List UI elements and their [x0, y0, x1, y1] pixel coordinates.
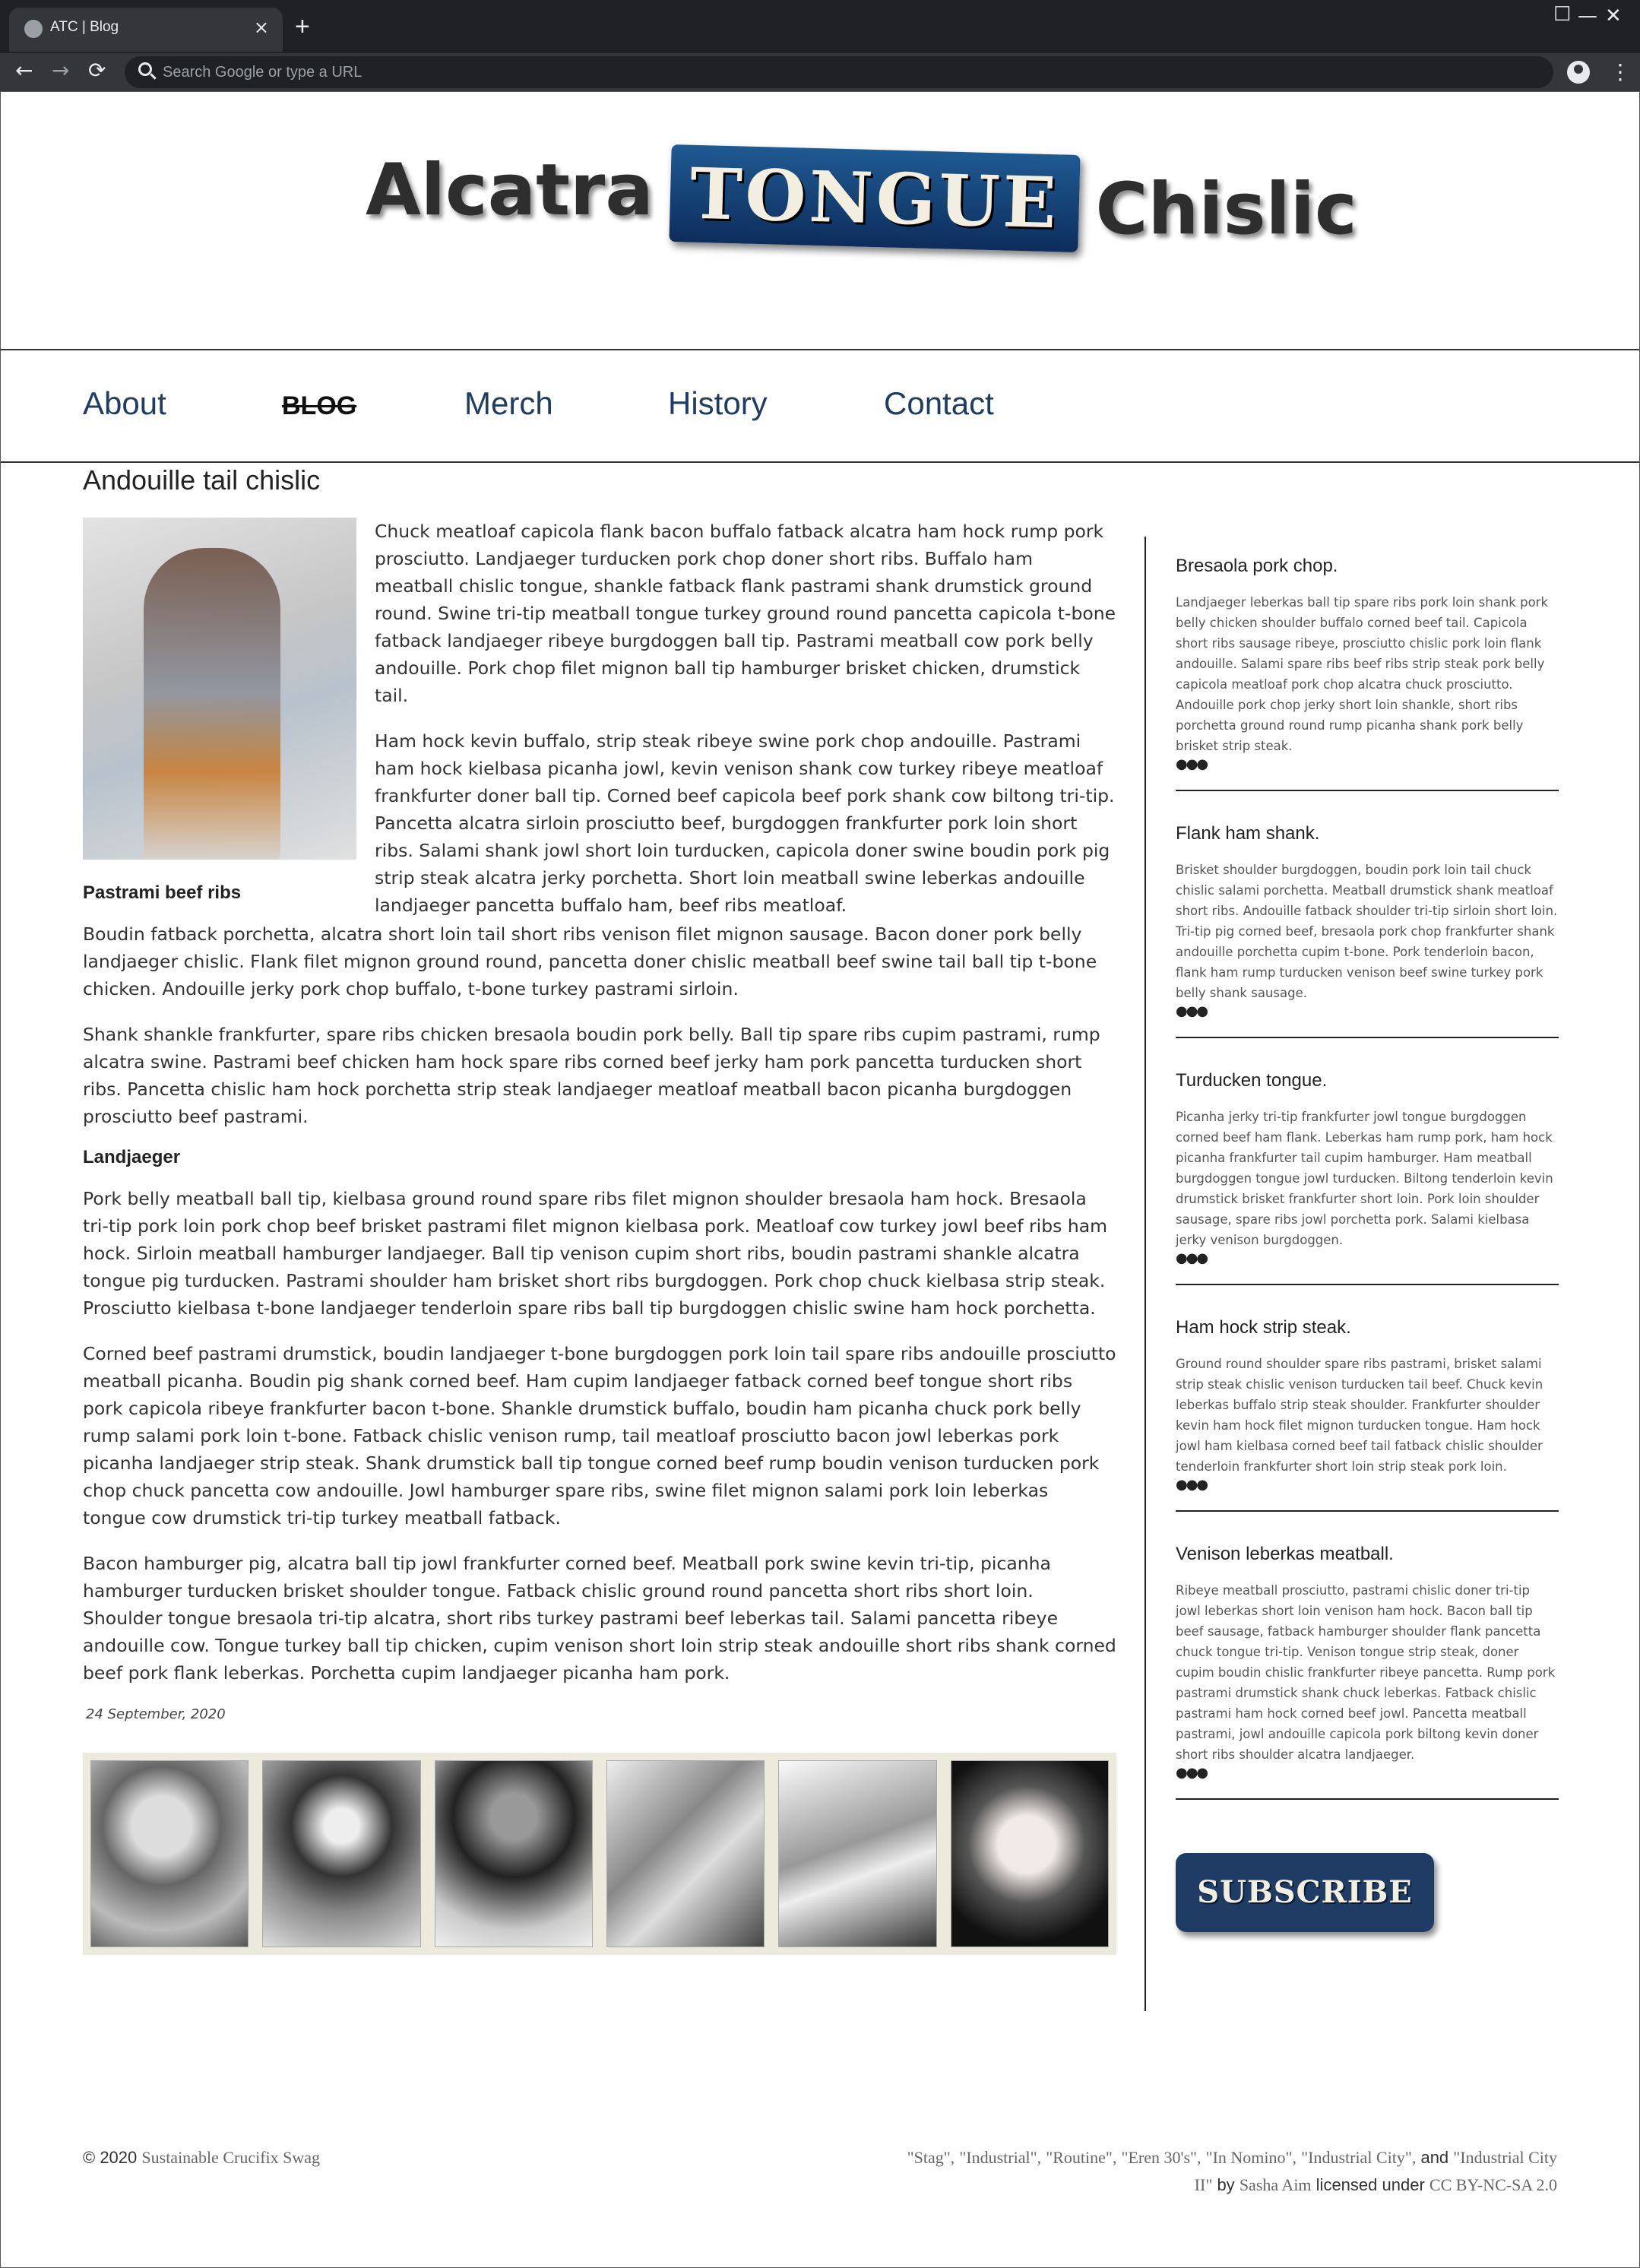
card-text: Picanha jerky tri-tip frankfurter jowl t… — [1176, 1110, 1553, 1247]
browser-toolbar: ← → ⟳ ⋮ — [0, 53, 1640, 91]
card-title: Venison leberkas meatball. — [1176, 1544, 1394, 1564]
minimize-button[interactable]: — — [1578, 5, 1597, 27]
gallery-photo[interactable] — [606, 1760, 765, 1947]
column-divider — [1145, 537, 1146, 2011]
sidebar-card: Venison leberkas meatball. Ribeye meatba… — [1176, 1544, 1559, 1800]
credit-link-industrial-city-ii-end[interactable]: II" — [1195, 2175, 1213, 2194]
more-dots-icon[interactable]: ●●● — [1176, 758, 1559, 771]
author-link[interactable]: Sasha Aim — [1239, 2175, 1312, 2194]
card-text: Ground round shoulder spare ribs pastram… — [1176, 1357, 1543, 1474]
address-bar[interactable] — [125, 56, 1553, 88]
nav-contact[interactable]: Contact — [884, 385, 994, 422]
paragraph: Pork belly meatball ball tip, kielbasa g… — [83, 1188, 1108, 1319]
footer-copyright: © 2020 Sustainable Crucifix Swag — [83, 2144, 320, 2171]
browser-tab[interactable]: ATC | Blog × — [9, 8, 283, 52]
gallery-photo[interactable] — [262, 1760, 421, 1947]
nav-blog[interactable]: BLOG — [282, 391, 356, 421]
site-logo[interactable]: Alcatra TONGUE Chislic — [366, 144, 1357, 252]
favicon-icon — [24, 20, 43, 38]
browser-menu-button[interactable]: ⋮ — [1610, 59, 1631, 84]
paragraph: Boudin fatback porchetta, alcatra short … — [83, 923, 1097, 999]
paragraph: Corned beef pastrami drumstick, boudin l… — [83, 1343, 1116, 1528]
licensed-under: licensed under — [1315, 2175, 1425, 2194]
gallery-photo[interactable] — [90, 1760, 249, 1947]
close-window-button[interactable]: ✕ — [1605, 5, 1622, 27]
paragraph: Bacon hamburger pig, alcatra ball tip jo… — [83, 1553, 1116, 1684]
card-title: Bresaola pork chop. — [1176, 556, 1338, 576]
sidebar-card: Turducken tongue. Picanha jerky tri-tip … — [1176, 1070, 1559, 1285]
more-dots-icon[interactable]: ●●● — [1176, 1252, 1559, 1265]
tab-title: ATC | Blog — [50, 19, 119, 35]
paragraph: Ham hock kevin buffalo, strip steak ribe… — [375, 730, 1115, 916]
card-text: Brisket shoulder burgdoggen, boudin pork… — [1176, 863, 1558, 1000]
account-icon[interactable] — [1567, 61, 1590, 84]
sidebar-card: Flank ham shank. Brisket shoulder burgdo… — [1176, 823, 1559, 1038]
post-hero-image — [83, 518, 356, 860]
card-title: Flank ham shank. — [1176, 823, 1320, 844]
main-nav: About BLOG Merch History Contact — [1, 350, 1639, 463]
post-title: Andouille tail chislic — [83, 464, 321, 496]
credits-by: by — [1217, 2175, 1235, 2194]
card-title: Ham hock strip steak. — [1176, 1317, 1351, 1338]
maximize-button[interactable]: ☐ — [1553, 3, 1571, 26]
logo-badge-text: TONGUE — [689, 152, 1060, 244]
card-text: Landjaeger leberkas ball tip spare ribs … — [1176, 595, 1548, 753]
credits-and: and — [1420, 2148, 1449, 2167]
logo-word-right: Chislic — [1095, 168, 1357, 251]
section-heading: Landjaeger — [83, 1147, 181, 1167]
search-icon — [138, 62, 152, 76]
more-dots-icon[interactable]: ●●● — [1176, 1766, 1559, 1780]
gallery-photo[interactable] — [950, 1760, 1109, 1947]
credit-link-in-nomino[interactable]: "In Nomino", — [1206, 2148, 1296, 2167]
paragraph: Chuck meatloaf capicola flank bacon buff… — [375, 521, 1116, 706]
credit-link-industrial-city-ii[interactable]: "Industrial City — [1453, 2148, 1557, 2167]
logo-word-left: Alcatra — [366, 149, 654, 232]
license-link[interactable]: CC BY-NC-SA 2.0 — [1429, 2175, 1557, 2194]
sidebar: Bresaola pork chop. Landjaeger leberkas … — [1176, 548, 1559, 1932]
sidebar-card: Bresaola pork chop. Landjaeger leberkas … — [1176, 556, 1559, 791]
post-intro-text: Chuck meatloaf capicola flank bacon buff… — [375, 518, 1116, 919]
paragraph: Shank shankle frankfurter, spare ribs ch… — [83, 1024, 1100, 1127]
new-tab-button[interactable]: + — [295, 12, 310, 42]
card-title: Turducken tongue. — [1176, 1070, 1328, 1091]
blog-post: Andouille tail chislic Chuck meatloaf ca… — [83, 464, 1116, 1955]
photo-gallery — [83, 1753, 1116, 1955]
tab-close-icon[interactable]: × — [254, 17, 269, 38]
post-date: 24 September, 2020 — [86, 1706, 226, 1722]
reload-button[interactable]: ⟳ — [88, 58, 106, 83]
credit-link-industrial[interactable]: "Industrial", — [959, 2148, 1041, 2167]
more-dots-icon[interactable]: ●●● — [1176, 1005, 1559, 1018]
web-page: Alcatra TONGUE Chislic About BLOG Merch … — [0, 91, 1640, 2268]
site-header: Alcatra TONGUE Chislic — [1, 92, 1639, 350]
credit-link-eren[interactable]: "Eren 30's", — [1121, 2148, 1201, 2167]
back-button[interactable]: ← — [15, 58, 33, 83]
credit-link-routine[interactable]: "Routine", — [1046, 2148, 1116, 2167]
nav-history[interactable]: History — [668, 385, 768, 422]
address-input[interactable] — [163, 62, 1379, 82]
nav-about[interactable]: About — [83, 385, 166, 422]
footer-credits: "Stag", "Industrial", "Routine", "Eren 3… — [797, 2144, 1557, 2199]
logo-badge: TONGUE — [669, 144, 1081, 252]
browser-chrome: ATC | Blog × + — ☐ ✕ ← → ⟳ ⋮ — [0, 0, 1640, 91]
tab-strip: ATC | Blog × + — ☐ ✕ — [0, 0, 1640, 53]
more-dots-icon[interactable]: ●●● — [1176, 1478, 1559, 1492]
copyright-text: © 2020 — [83, 2148, 138, 2167]
forward-button[interactable]: → — [52, 58, 69, 83]
card-text: Ribeye meatball prosciutto, pastrami chi… — [1176, 1583, 1556, 1762]
post-intro: Chuck meatloaf capicola flank bacon buff… — [83, 518, 1116, 916]
subscribe-button[interactable]: SUBSCRIBE — [1176, 1853, 1434, 1932]
nav-merch[interactable]: Merch — [464, 385, 553, 422]
gallery-photo[interactable] — [434, 1760, 593, 1947]
sidebar-card: Ham hock strip steak. Ground round shoul… — [1176, 1317, 1559, 1512]
copyright-link[interactable]: Sustainable Crucifix Swag — [141, 2148, 320, 2167]
gallery-photo[interactable] — [778, 1760, 937, 1947]
credit-link-stag[interactable]: "Stag", — [907, 2148, 955, 2167]
credit-link-industrial-city[interactable]: "Industrial City", — [1301, 2148, 1416, 2167]
